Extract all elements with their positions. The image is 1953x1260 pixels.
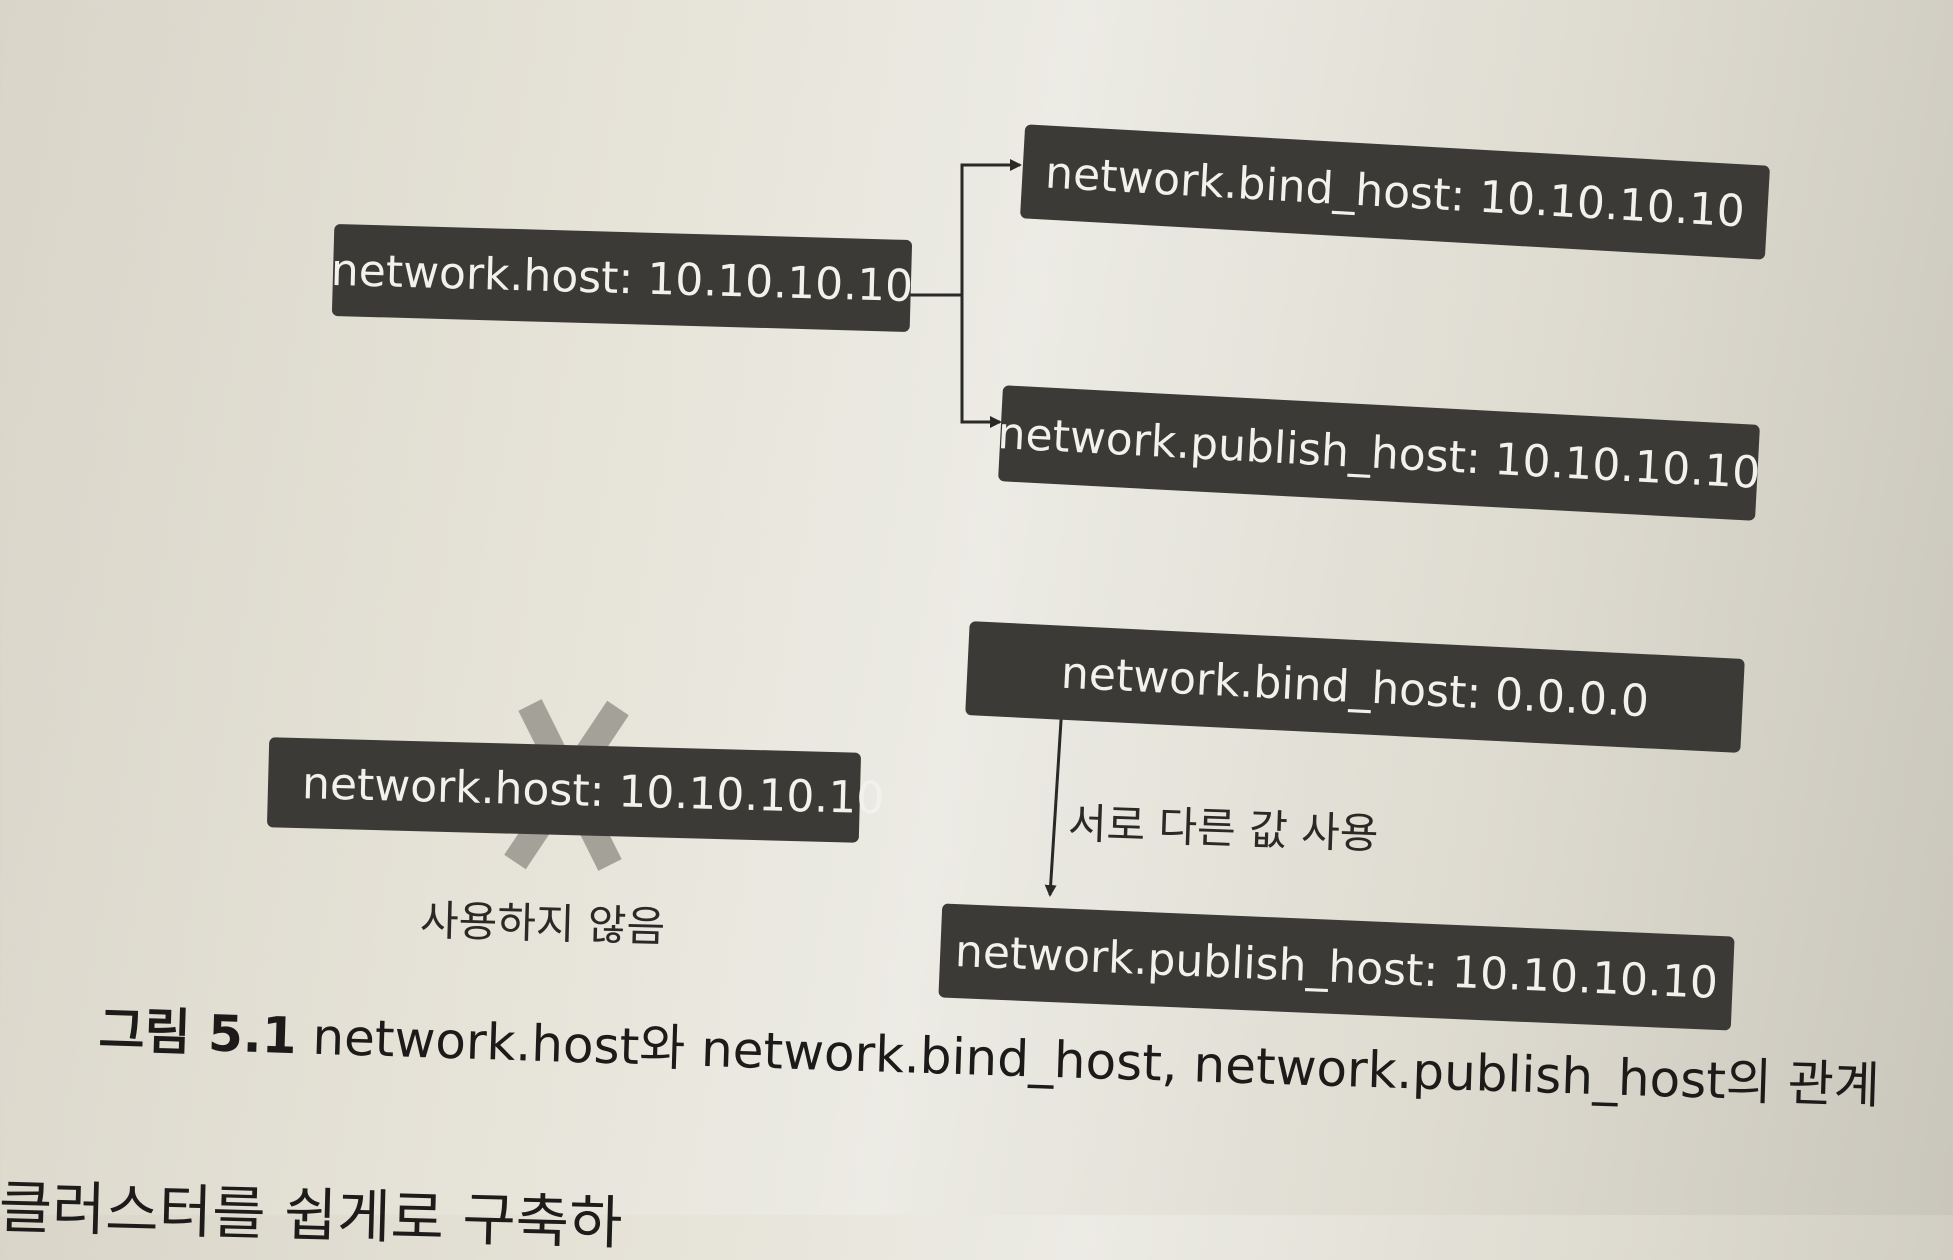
bottom-network-host-box: network.host: 10.10.10.10: [266, 737, 885, 843]
bottom-double-arrow: [1044, 694, 1069, 897]
top-connector-branch: [960, 295, 1002, 428]
unused-note: 사용하지 않음: [419, 895, 666, 952]
book-page: network.host: 10.10.10.10 network.bind_h…: [0, 0, 1953, 1257]
top-network-host-box: network.host: 10.10.10.10: [330, 223, 914, 333]
different-values-label: 서로 다른 값 사용: [1067, 798, 1380, 859]
body-text-fragment: 클러스터를 쉽게로 구축하: [0, 1172, 624, 1258]
figure-number: 그림 5.1: [97, 1000, 298, 1066]
top-connector-trunk: [910, 159, 1022, 297]
